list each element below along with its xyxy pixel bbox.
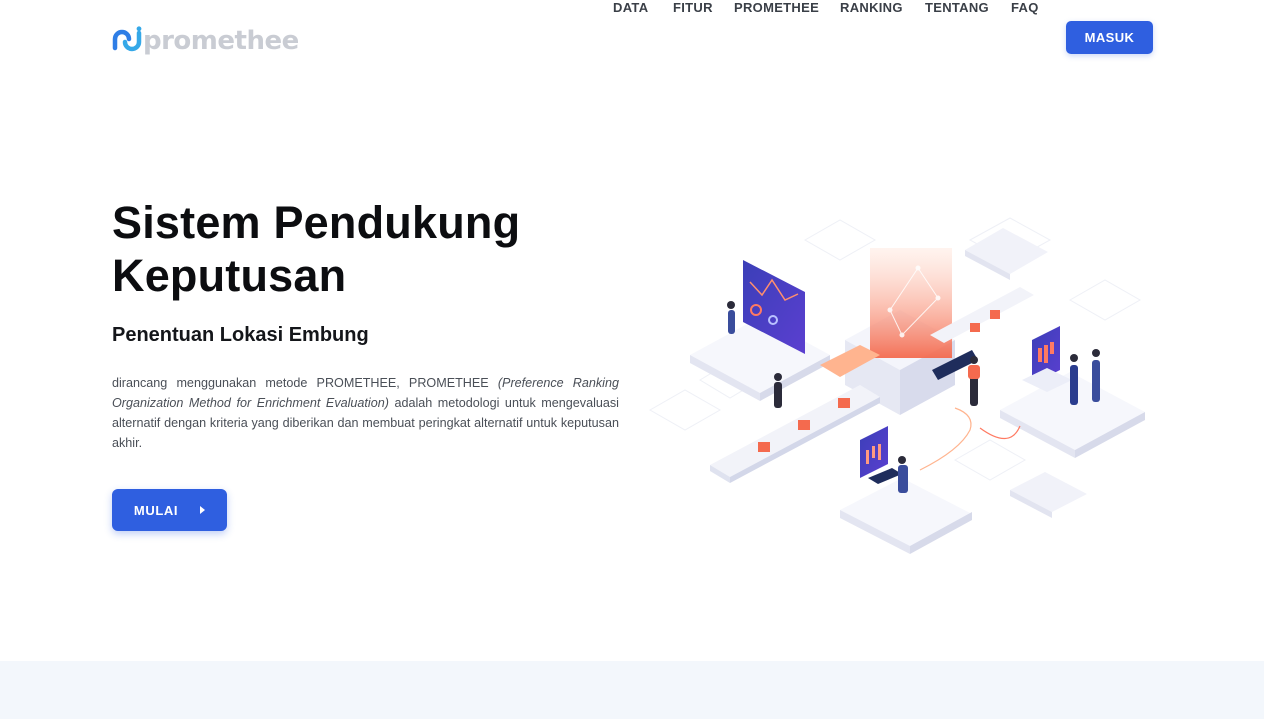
brand-logo[interactable]: promethee [111,26,299,56]
nav-item-data[interactable]: DATA [613,0,648,15]
hero-title: Sistem Pendukung Keputusan [112,196,572,302]
logo-text: promethee [143,26,299,56]
desc-text-1: dirancang menggunakan metode PROMETHEE, … [112,376,498,390]
logo-mark-icon [112,26,142,52]
start-button[interactable]: MULAI [112,489,227,531]
navbar: promethee DATA FITUR PROMETHEE RANKING T… [0,0,1264,78]
nav-item-ranking[interactable]: RANKING [840,0,903,15]
nav-item-fitur[interactable]: FITUR [673,0,713,15]
nav-item-promethee[interactable]: PROMETHEE [734,0,819,15]
caret-right-icon [200,506,206,514]
nav-item-faq[interactable]: FAQ [1011,0,1039,15]
hero-title-line2: Keputusan [112,250,347,301]
login-button[interactable]: MASUK [1066,21,1153,54]
hero-description: dirancang menggunakan metode PROMETHEE, … [112,373,619,453]
start-button-label: MULAI [133,502,179,518]
hero-title-line1: Sistem Pendukung [112,197,521,248]
next-section-band [0,661,1264,719]
hero-illustration [648,217,1145,554]
nav-item-tentang[interactable]: TENTANG [925,0,989,15]
hero-subtitle: Penentuan Lokasi Embung [112,324,369,346]
